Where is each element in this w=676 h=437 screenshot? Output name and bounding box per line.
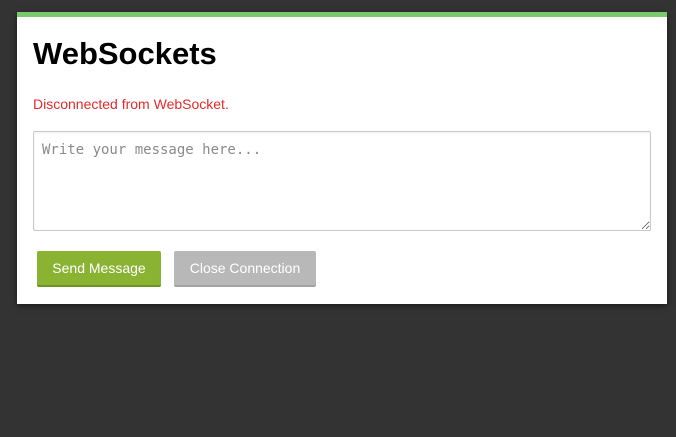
connection-status: Disconnected from WebSocket.: [33, 96, 229, 112]
close-connection-button[interactable]: Close Connection: [174, 251, 316, 287]
websocket-panel: WebSockets Disconnected from WebSocket. …: [17, 12, 667, 304]
page-title: WebSockets: [33, 36, 217, 71]
send-message-button[interactable]: Send Message: [37, 251, 161, 287]
message-input[interactable]: [33, 131, 651, 231]
